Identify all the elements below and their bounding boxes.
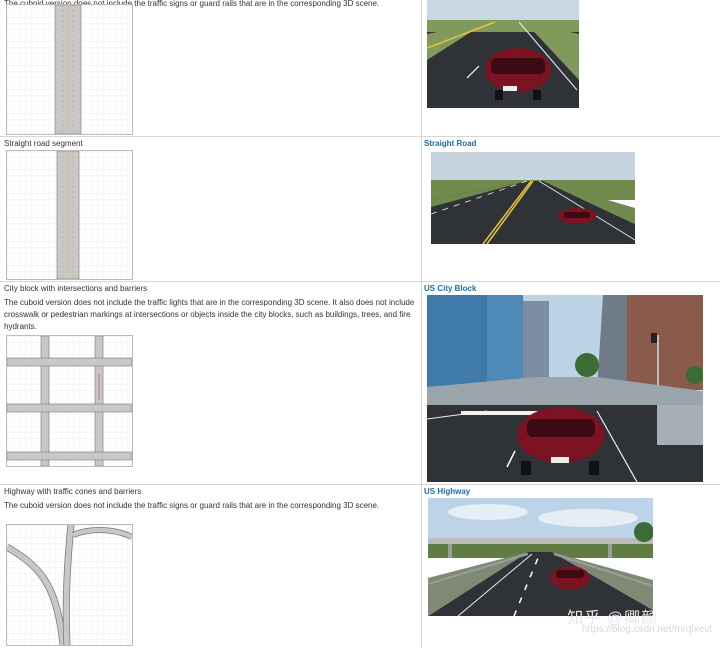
table-row: Straight road segment Straight Road — [0, 136, 720, 282]
cuboid-scene-plot — [6, 335, 133, 467]
scene-title: US Highway — [424, 487, 471, 496]
scene-description-cell: Straight road segment — [4, 138, 418, 149]
3d-scene-image — [427, 0, 579, 108]
3d-scene-image — [431, 152, 635, 244]
cuboid-road-plot — [7, 151, 132, 279]
city-block-illustration — [427, 295, 703, 482]
scene-title-cell: Straight Road — [424, 138, 718, 149]
table-row: City block with intersections and barrie… — [0, 281, 720, 485]
city-block-plot — [7, 336, 132, 466]
highway-scene-illustration — [427, 0, 579, 108]
highway-plot — [7, 525, 132, 645]
cuboid-scene-plot — [6, 150, 133, 280]
scene-description: The cuboid version does not include the … — [4, 298, 415, 331]
cuboid-road-plot — [7, 5, 132, 134]
column-divider — [421, 281, 422, 484]
column-divider — [421, 484, 422, 648]
straight-road-illustration — [431, 152, 635, 244]
watermark-url: https://blog.csdn.net/mrqlxevt — [581, 624, 712, 635]
scene-title-cell: US Highway — [424, 486, 718, 497]
column-divider — [421, 0, 422, 136]
scene-description: The cuboid version does not include the … — [4, 501, 380, 510]
cuboid-scene-plot — [6, 524, 133, 646]
table-row: The cuboid version does not include the … — [0, 0, 720, 137]
scene-title: US City Block — [424, 284, 477, 293]
column-divider — [421, 136, 422, 281]
3d-scene-image — [428, 498, 653, 616]
scene-title-cell: US City Block — [424, 283, 718, 294]
us-highway-illustration — [428, 498, 653, 616]
scene-caption: City block with intersections and barrie… — [4, 284, 148, 293]
3d-scene-image — [427, 295, 703, 482]
scene-caption: Straight road segment — [4, 139, 83, 148]
cuboid-scene-plot — [6, 4, 133, 135]
scene-description-cell: Highway with traffic cones and barriers … — [4, 486, 418, 512]
scene-title: Straight Road — [424, 139, 477, 148]
scene-description-cell: City block with intersections and barrie… — [4, 283, 418, 333]
scene-caption: Highway with traffic cones and barriers — [4, 487, 142, 496]
